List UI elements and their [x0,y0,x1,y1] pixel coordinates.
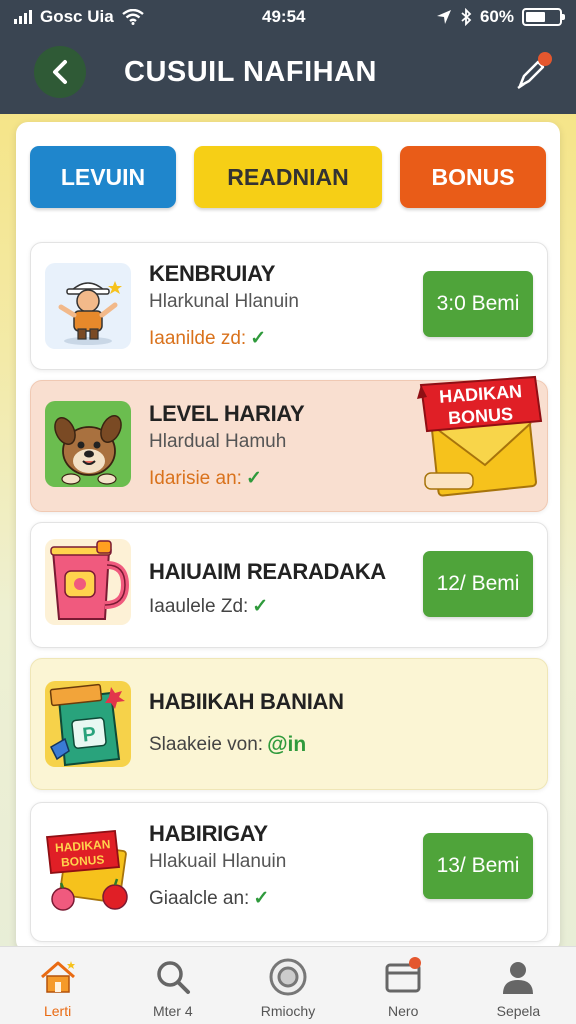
item-subtitle: Hlakuail Hlanuin [149,851,287,872]
claim-button[interactable]: 13/ Bemi [423,833,533,899]
item-title: LEVEL HARIAY [149,401,305,426]
chevron-left-icon [53,60,67,84]
list-item[interactable]: HADIKAN BONUS HABIRIGAY Hlakuail Hlanuin… [30,802,548,942]
battery-icon [522,8,565,26]
nav-label: Mter 4 [152,1003,193,1019]
bottom-nav: Lerti Mter 4 Rmiochy Nero Sepela [0,946,576,1024]
tab-levuin[interactable]: LEVUIN [30,146,176,208]
item-title: KENBRUIAY [149,261,276,286]
nav-label: Rmiochy [260,1003,316,1019]
leaf-icon: ✓ [253,888,270,909]
bonus-ribbon-badge[interactable]: HADIKAN BONUS [417,369,545,501]
item-meta: Iaanilde zd: ✓ [149,327,266,350]
item-meta: Slaakeie von: @in [149,733,306,757]
signal-icon [14,10,32,24]
item-title: HAIUAIM REARADAKA [149,559,386,584]
status-bar: Gosc Uia 49:54 60% [0,0,576,34]
inbox-icon [383,957,423,997]
list-item[interactable]: LEVEL HARIAY Hlardual Hamuh Idarisie an:… [30,375,548,512]
worker-character-icon [45,263,131,349]
search-icon [153,957,193,997]
notification-dot [538,52,552,66]
main-card: LEVUIN READNIAN BONUS KENBRUIAY Hlarkuna… [16,122,560,952]
item-meta: Idarisie an: ✓ [149,467,262,490]
nav-camera[interactable]: Rmiochy [230,947,345,1024]
claim-button[interactable]: 12/ Bemi [423,551,533,617]
wifi-icon [121,9,144,25]
nav-label: Sepela [496,1003,541,1019]
leaf-icon: ✓ [245,468,262,489]
leaf-icon: ✓ [252,596,269,617]
camera-icon [268,957,308,997]
battery-percent: 60% [479,7,514,26]
item-title: HABIRIGAY [149,821,268,846]
location-icon [436,10,451,24]
claim-button[interactable]: 3:0 Bemi [423,271,533,337]
leaf-icon: ✓ [250,328,267,349]
back-button[interactable] [34,46,86,98]
nav-label: Lerti [43,1003,72,1019]
home-icon [38,957,78,997]
gift-box-icon: P [45,681,131,767]
item-meta-label: Iaaulele Zd: [149,595,249,617]
item-meta-label: Giaalcle an: [149,887,250,909]
dog-character-icon [45,401,131,487]
nav-home[interactable]: Lerti [0,947,115,1024]
tab-readnian[interactable]: READNIAN [194,146,382,208]
item-title: HABIIKAH BANIAN [149,689,344,714]
nav-label: Nero [388,1003,419,1019]
item-meta-extra: @in [267,733,307,756]
page-title: CUSUIL NAFIHAN [124,56,377,88]
nav-profile[interactable]: Sepela [461,947,576,1024]
tab-bar: LEVUIN READNIAN BONUS [30,146,546,208]
status-time: 49:54 [262,7,306,26]
item-meta-label: Slaakeie von: [149,734,264,755]
item-meta-label: Iaanilde zd: [149,327,247,349]
item-subtitle: Hlardual Hamuh [149,431,287,452]
profile-icon [498,957,538,997]
bonus-gift-icon: HADIKAN BONUS [45,827,131,913]
edit-button[interactable] [510,52,552,94]
item-subtitle: Hlarkunal Hlanuin [149,291,299,312]
bluetooth-icon [461,8,472,26]
item-meta-label: Idarisie an: [149,467,242,489]
tab-bonus[interactable]: BONUS [400,146,546,208]
nav-inbox[interactable]: Nero [346,947,461,1024]
carrier-name: Gosc Uia [40,7,114,26]
cup-icon [45,539,131,625]
item-meta: Giaalcle an: ✓ [149,887,269,910]
nav-search[interactable]: Mter 4 [115,947,230,1024]
item-meta: Iaaulele Zd: ✓ [149,595,268,618]
list-item[interactable]: KENBRUIAY Hlarkunal Hlanuin Iaanilde zd:… [30,242,548,370]
app-header: CUSUIL NAFIHAN [0,34,576,114]
list-item[interactable]: P HABIIKAH BANIAN Slaakeie von: @in [30,658,548,790]
list-item[interactable]: HAIUAIM REARADAKA Iaaulele Zd: ✓ 12/ Bem… [30,522,548,648]
svg-text:P: P [81,723,97,746]
